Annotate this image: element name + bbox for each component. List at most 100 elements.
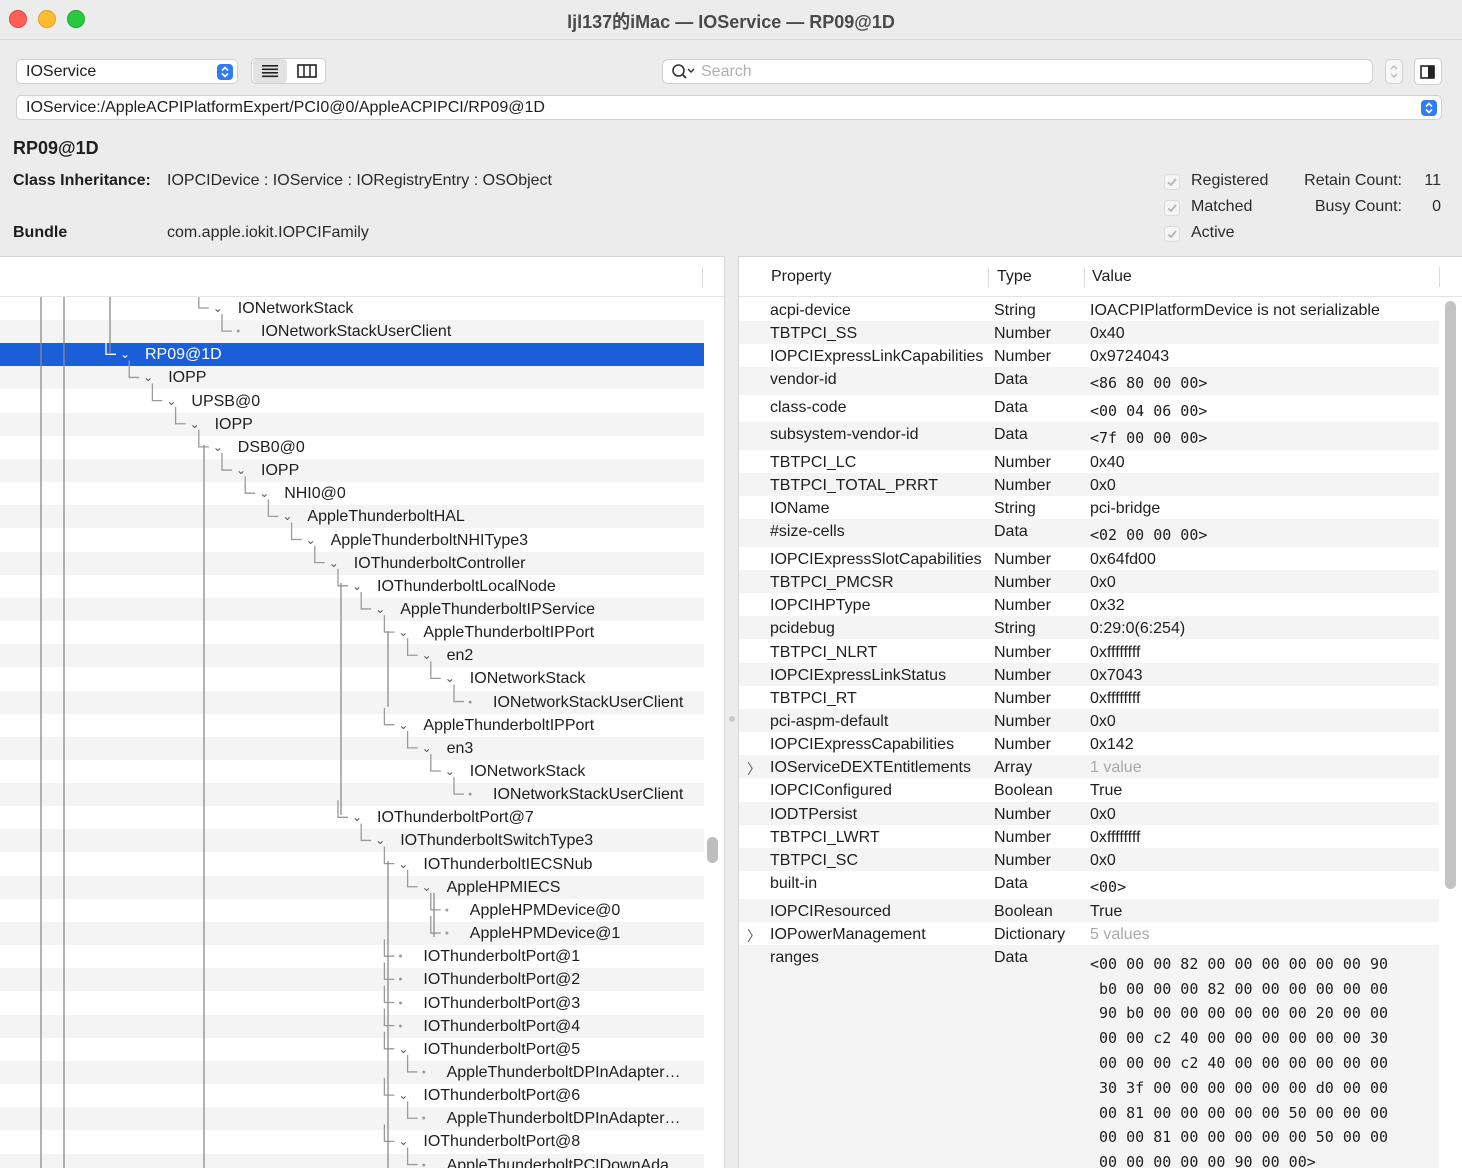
property-row[interactable]: IOPCIExpressCapabilities Number 0x142 <box>739 732 1439 755</box>
properties-scrollbar[interactable] <box>1445 301 1456 889</box>
property-name: TBTPCI_TOTAL_PRRT <box>770 477 939 495</box>
property-value: 0x0 <box>1090 851 1116 869</box>
column-view-button[interactable] <box>290 59 324 83</box>
property-type: String <box>994 500 1036 518</box>
property-name: TBTPCI_SC <box>770 851 859 869</box>
property-row[interactable]: IOPCIHPType Number 0x32 <box>739 593 1439 616</box>
property-name: #size-cells <box>770 523 845 541</box>
value-column-header[interactable]: Value <box>1092 268 1132 286</box>
property-name: pci-aspm-default <box>770 712 889 730</box>
property-value: 0x64fd00 <box>1090 550 1156 568</box>
property-row[interactable]: subsystem-vendor-id Data <7f 00 00 00> <box>739 422 1439 450</box>
property-value: 0x142 <box>1090 736 1134 754</box>
property-name: IOServiceDEXTEntitlements <box>770 759 971 777</box>
property-row[interactable]: TBTPCI_PMCSR Number 0x0 <box>739 570 1439 594</box>
property-row[interactable]: TBTPCI_NLRT Number 0xffffffff <box>739 640 1439 663</box>
bundle-label: Bundle <box>13 224 68 241</box>
property-row[interactable]: class-code Data <00 04 06 00> <box>739 395 1439 423</box>
split-divider[interactable] <box>724 256 739 1168</box>
property-row[interactable]: TBTPCI_RT Number 0xffffffff <box>739 686 1439 709</box>
tree-scrollbar[interactable] <box>707 837 718 863</box>
property-row[interactable]: built-in Data <00> <box>739 871 1439 899</box>
class-inheritance-value: IOPCIDevice : IOService : IORegistryEntr… <box>167 172 552 189</box>
property-type: Dictionary <box>994 925 1066 943</box>
property-column-header[interactable]: Property <box>771 268 831 286</box>
property-type: Data <box>994 523 1028 541</box>
property-type: Number <box>994 689 1051 707</box>
property-value: 5 values <box>1090 925 1150 943</box>
property-row[interactable]: pci-aspm-default Number 0x0 <box>739 708 1439 733</box>
property-row[interactable]: TBTPCI_TOTAL_PRRT Number 0x0 <box>739 473 1439 497</box>
search-input[interactable] <box>701 62 1361 82</box>
properties-table: Property Type Value acpi-device String IOA… <box>739 256 1462 1168</box>
matched-checkbox <box>1164 200 1180 216</box>
type-column-header[interactable]: Type <box>997 268 1032 286</box>
property-row[interactable]: IOPCIExpressLinkCapabilities Number 0x9724… <box>739 344 1439 367</box>
property-value: 0x0 <box>1090 574 1116 592</box>
property-row[interactable]: vendor-id Data <86 80 00 00> <box>739 367 1439 395</box>
property-row[interactable]: TBTPCI_SC Number 0x0 <box>739 847 1439 871</box>
property-value: pci-bridge <box>1090 500 1161 518</box>
retain-count-label: Retain Count: <box>1304 172 1402 189</box>
property-value: 0xffffffff <box>1090 689 1141 707</box>
property-value: 0x0 <box>1090 477 1116 495</box>
tree-body: ⌄ IONetworkStack ● IONetworkStackUserClient… <box>0 297 704 1168</box>
column-view-icon <box>297 64 317 78</box>
property-row[interactable]: 〉 IOPowerManagement Dictionary 5 values <box>739 922 1439 945</box>
path-select-value: IOService:/AppleACPIPlatformExpert/PCI0@… <box>26 99 545 116</box>
property-row[interactable]: IOPCIConfigured Boolean True <box>739 778 1439 801</box>
property-row[interactable]: IOPCIResourced Boolean True <box>739 898 1439 922</box>
path-select[interactable]: IOService:/AppleACPIPlatformExpert/PCI0@… <box>16 95 1442 120</box>
property-type: Number <box>994 574 1051 592</box>
property-value: <86 80 00 00> <box>1090 374 1208 393</box>
property-name: IOPCIExpressSlotCapabilities <box>770 550 982 568</box>
property-name: ranges <box>770 948 819 966</box>
window-title: ljl137的iMac — IOService — RP09@1D <box>567 12 895 32</box>
registered-label: Registered <box>1191 172 1269 189</box>
property-row[interactable]: 〉 IOServiceDEXTEntitlements Array 1 value <box>739 755 1439 779</box>
property-value: <00 00 00 82 00 00 00 00 00 00 90 b0 00 … <box>1090 954 1389 1168</box>
property-value: 0xffffffff <box>1090 828 1141 846</box>
property-value: True <box>1090 902 1123 920</box>
property-row[interactable]: ranges Data <00 00 00 82 00 00 00 00 00 00… <box>739 944 1439 1168</box>
search-scope-stepper[interactable] <box>1385 59 1403 84</box>
property-row[interactable]: TBTPCI_LC Number 0x40 <box>739 450 1439 473</box>
plane-select[interactable]: IOService <box>16 59 238 84</box>
property-row[interactable]: IODTPersist Number 0x0 <box>739 801 1439 825</box>
property-type: Data <box>994 371 1028 389</box>
property-type: String <box>994 302 1036 319</box>
toggle-inspector-button[interactable] <box>1414 58 1442 85</box>
property-type: Data <box>994 426 1028 444</box>
property-name: IOPCIExpressLinkCapabilities <box>770 348 984 366</box>
property-type: Number <box>994 851 1051 869</box>
matched-label: Matched <box>1191 198 1253 215</box>
property-row[interactable]: TBTPCI_LWRT Number 0xffffffff <box>739 825 1439 848</box>
expand-chevron-icon[interactable]: 〉 <box>747 926 761 946</box>
search-field[interactable] <box>662 59 1373 84</box>
property-type: Data <box>994 398 1028 416</box>
plane-select-value: IOService <box>26 63 97 80</box>
property-row[interactable]: acpi-device String IOACPIPlatformDevice is… <box>739 298 1439 321</box>
property-type: Number <box>994 477 1051 495</box>
property-type: Number <box>994 805 1051 823</box>
property-type: Number <box>994 736 1051 754</box>
property-row[interactable]: pcidebug String 0:29:0(6:254) <box>739 616 1439 640</box>
expand-chevron-icon[interactable]: 〉 <box>747 759 761 779</box>
properties-header: Property Type Value <box>739 257 1462 297</box>
stepper-arrows-icon <box>1390 65 1398 78</box>
list-view-icon <box>262 65 278 78</box>
property-name: class-code <box>770 398 847 416</box>
property-name: vendor-id <box>770 371 837 389</box>
search-icon <box>672 64 695 79</box>
property-row[interactable]: IOPCIExpressSlotCapabilities Number 0x64fd… <box>739 547 1439 570</box>
property-row[interactable]: IOName String pci-bridge <box>739 496 1439 519</box>
list-view-button[interactable] <box>253 59 287 83</box>
property-row[interactable]: #size-cells Data <02 00 00 00> <box>739 519 1439 547</box>
property-type: Number <box>994 597 1051 615</box>
property-value: 0x40 <box>1090 453 1125 471</box>
property-value: <7f 00 00 00> <box>1090 429 1208 448</box>
property-row[interactable]: IOPCIExpressLinkStatus Number 0x7043 <box>739 662 1439 686</box>
property-row[interactable]: TBTPCI_SS Number 0x40 <box>739 321 1439 345</box>
property-value: 0x7043 <box>1090 666 1143 684</box>
property-name: pcidebug <box>770 620 835 638</box>
